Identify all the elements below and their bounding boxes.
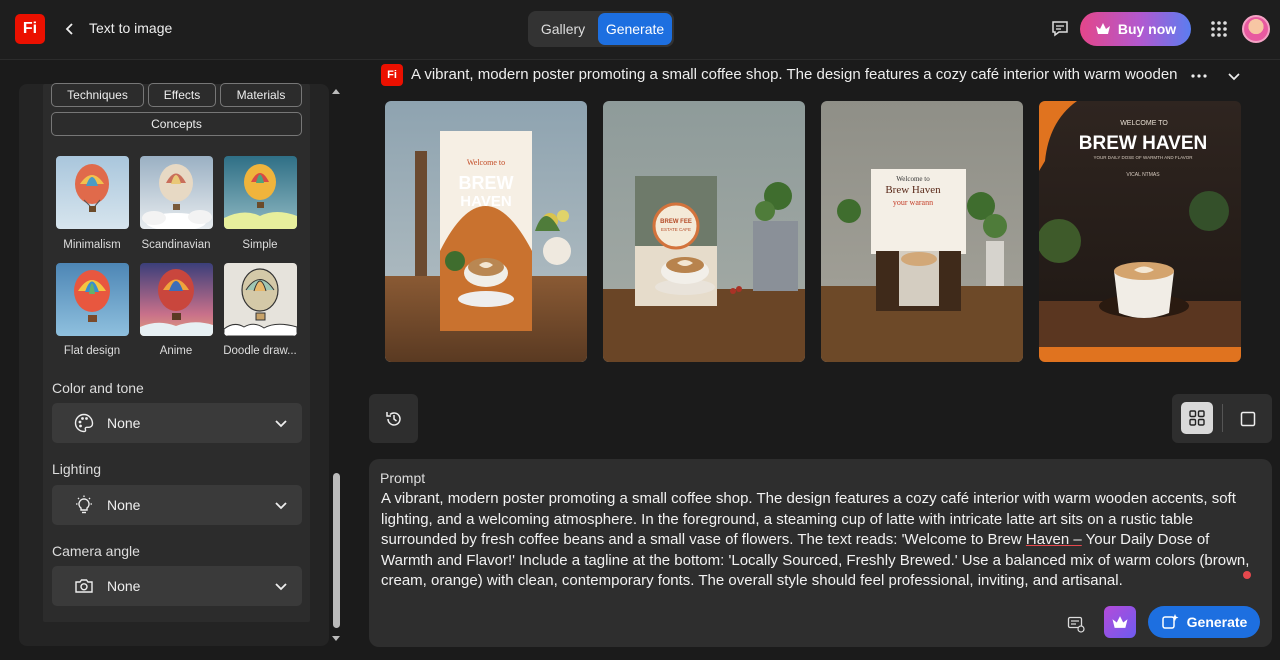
poster-3-line-1: Welcome to	[896, 175, 930, 183]
poster-4-line-3: YOUR DAILY DOSE OF WARMTH AND FLAVOR	[1093, 155, 1193, 160]
style-thumb-anime[interactable]	[140, 263, 213, 336]
scrollbar-thumb[interactable]	[333, 473, 340, 628]
poster-1-line-2: BREW	[459, 173, 514, 193]
style-label-doodle-drawing: Doodle draw...	[223, 345, 297, 357]
tab-gallery[interactable]: Gallery	[530, 13, 596, 45]
status-dot	[1243, 571, 1251, 579]
style-label-flat-design: Flat design	[63, 345, 121, 357]
feedback-icon[interactable]	[1049, 18, 1071, 40]
prompt-label: Prompt	[380, 470, 426, 486]
style-label-minimalism: Minimalism	[63, 239, 121, 251]
style-label-scandinavian: Scandinavian	[141, 239, 211, 251]
style-thumb-scandinavian[interactable]	[140, 156, 213, 229]
generate-button[interactable]: Generate	[1148, 606, 1260, 638]
tab-concepts[interactable]: Concepts	[51, 112, 302, 136]
camera-angle-dropdown[interactable]: None	[52, 566, 302, 606]
style-thumb-doodle-drawing[interactable]	[224, 263, 297, 336]
style-label-anime: Anime	[159, 345, 193, 357]
result-image-2[interactable]: BREW FEE ESTATE CAFE	[603, 101, 805, 362]
crown-icon	[1095, 23, 1110, 34]
lighting-dropdown[interactable]: None	[52, 485, 302, 525]
history-icon	[385, 411, 401, 426]
prompt-summary: A vibrant, modern poster promoting a sma…	[411, 66, 1179, 83]
generate-label: Generate	[1186, 614, 1248, 630]
firefly-badge: Fi	[381, 64, 403, 86]
result-image-3[interactable]: Welcome to Brew Haven your warann	[821, 101, 1023, 362]
poster-1-line-1: Welcome to	[467, 158, 505, 167]
buy-now-label: Buy now	[1117, 21, 1177, 37]
chevron-down-icon[interactable]	[1226, 68, 1242, 84]
poster-3-line-3: your warann	[893, 198, 933, 207]
avatar[interactable]	[1242, 15, 1270, 43]
mode-switch: Gallery Generate	[528, 11, 674, 47]
divider	[1222, 404, 1223, 432]
result-image-4[interactable]: WELCOME TO BREW HAVEN YOUR DAILY DOSE OF…	[1039, 101, 1241, 362]
lighting-label: Lighting	[52, 461, 102, 477]
poster-3-line-2: Brew Haven	[885, 184, 941, 196]
prompt-settings-icon[interactable]	[1065, 613, 1087, 635]
scroll-down-icon[interactable]	[331, 634, 341, 644]
style-thumb-flat-design[interactable]	[56, 263, 129, 336]
style-label-simple: Simple	[242, 239, 278, 251]
color-tone-label: Color and tone	[52, 380, 144, 396]
scroll-up-icon[interactable]	[331, 86, 341, 96]
poster-4-line-2: BREW HAVEN	[1079, 133, 1207, 154]
chevron-down-icon	[275, 420, 287, 428]
grid-view-icon	[1189, 410, 1205, 426]
poster-2-line-1: BREW FEE	[660, 219, 692, 225]
prompt-text-spellcheck: Haven –	[1025, 531, 1082, 549]
crown-icon	[1112, 615, 1128, 628]
single-view-icon	[1240, 411, 1256, 427]
chevron-down-icon	[275, 502, 287, 510]
view-toggle	[1172, 394, 1272, 443]
palette-icon	[74, 413, 94, 433]
camera-angle-label: Camera angle	[52, 543, 140, 559]
style-thumb-simple[interactable]	[224, 156, 297, 229]
more-options-icon[interactable]	[1189, 67, 1209, 85]
result-image-1[interactable]: Welcome to BREW HAVEN	[385, 101, 587, 362]
color-tone-dropdown[interactable]: None	[52, 403, 302, 443]
lighting-value: None	[107, 497, 141, 513]
single-view-button[interactable]	[1236, 407, 1260, 431]
history-button[interactable]	[369, 394, 418, 443]
firefly-logo[interactable]: Fi	[15, 14, 45, 44]
apps-grid-icon[interactable]	[1208, 18, 1230, 40]
buy-now-button[interactable]: Buy now	[1080, 12, 1191, 46]
camera-icon	[75, 579, 93, 593]
poster-1-line-3: HAVEN	[460, 193, 511, 210]
tab-materials[interactable]: Materials	[220, 83, 302, 107]
lightbulb-icon	[76, 495, 92, 514]
premium-crown-button[interactable]	[1104, 606, 1136, 638]
top-bar: Fi Text to image Gallery Generate Buy no…	[0, 0, 1280, 60]
poster-4-line-1: WELCOME TO	[1120, 120, 1168, 127]
prompt-header: Fi A vibrant, modern poster promoting a …	[381, 64, 1251, 88]
camera-angle-value: None	[107, 578, 141, 594]
poster-4-line-4: VICAL NTMAS	[1126, 172, 1160, 178]
poster-2-line-2: ESTATE CAFE	[661, 227, 691, 232]
chevron-down-icon	[275, 583, 287, 591]
style-thumb-minimalism[interactable]	[56, 156, 129, 229]
prompt-box: Prompt A vibrant, modern poster promotin…	[369, 459, 1272, 647]
tab-generate[interactable]: Generate	[598, 13, 672, 45]
generate-sparkle-icon	[1161, 614, 1179, 629]
page-title: Text to image	[89, 20, 173, 36]
tab-techniques[interactable]: Techniques	[51, 83, 144, 107]
grid-view-button[interactable]	[1181, 402, 1213, 434]
back-chevron-icon[interactable]	[60, 19, 80, 39]
prompt-input[interactable]: A vibrant, modern poster promoting a sma…	[381, 489, 1261, 592]
color-tone-value: None	[107, 415, 141, 431]
tab-effects[interactable]: Effects	[148, 83, 216, 107]
